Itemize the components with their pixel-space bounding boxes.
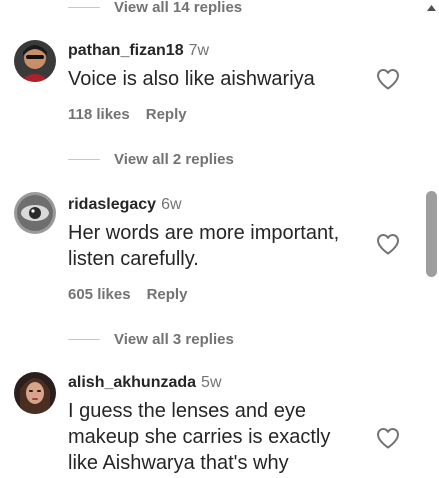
view-replies-button[interactable]: View all 2 replies: [68, 149, 234, 169]
comment-time: 6w: [161, 196, 182, 213]
triangle-up-icon: [427, 5, 436, 11]
view-replies-label: View all 3 replies: [114, 330, 234, 348]
comment-body: pathan_fizan18 7w Voice is also like ais…: [68, 42, 368, 123]
comment-body: ridaslegacy 6w Her words are more import…: [68, 196, 368, 303]
comment-meta: 605 likes Reply: [68, 286, 368, 303]
heart-outline-icon: [377, 234, 399, 255]
heart-outline-icon: [377, 69, 399, 90]
heart-icon[interactable]: [376, 233, 400, 255]
view-replies-label: View all 14 replies: [114, 0, 243, 16]
avatar[interactable]: [14, 372, 56, 414]
avatar-image: [14, 192, 56, 234]
comment-text-line: Her words are more important,: [68, 222, 340, 244]
likes-count[interactable]: 118 likes: [68, 106, 130, 123]
comment-header: alish_akhunzada 5w: [68, 374, 368, 396]
divider-line: [68, 6, 100, 8]
comment-meta: 118 likes Reply: [68, 106, 368, 123]
comment-text: Her words are more important, listen car…: [68, 220, 368, 272]
comment-text-line: makeup she carries is exactly: [68, 426, 331, 448]
reply-button[interactable]: Reply: [147, 286, 188, 303]
comment-text-line: listen carefully.: [68, 248, 199, 270]
comments-panel: View all 14 replies pathan_fizan18 7w Vo…: [0, 0, 439, 478]
comment-text-line: like Aishwarya that's why: [68, 452, 289, 474]
divider-line: [68, 158, 100, 160]
divider-line: [68, 338, 100, 340]
avatar-image: [14, 372, 56, 414]
scrollbar-thumb[interactable]: [426, 191, 437, 277]
comment-time: 7w: [188, 42, 210, 59]
heart-icon[interactable]: [376, 68, 400, 90]
likes-count[interactable]: 605 likes: [68, 286, 131, 303]
reply-button[interactable]: Reply: [146, 106, 187, 123]
comment-text: I guess the lenses and eye makeup she ca…: [68, 398, 368, 476]
comment-text-line: Voice is also like aishwariya: [68, 68, 315, 90]
comment-body: alish_akhunzada 5w I guess the lenses an…: [68, 374, 368, 476]
view-replies-label: View all 2 replies: [114, 150, 234, 168]
view-replies-button[interactable]: View all 14 replies: [68, 0, 242, 17]
view-replies-button[interactable]: View all 3 replies: [68, 329, 234, 349]
comment-header: ridaslegacy 6w: [68, 196, 368, 218]
comment-header: pathan_fizan18 7w: [68, 42, 368, 64]
comment-time: 5w: [201, 374, 222, 391]
avatar[interactable]: [14, 40, 56, 82]
username-link[interactable]: ridaslegacy: [68, 196, 156, 214]
scroll-up-button[interactable]: [424, 0, 439, 11]
comment-text-line: I guess the lenses and eye: [68, 400, 306, 422]
heart-outline-icon: [377, 428, 399, 449]
comment-text: Voice is also like aishwariya: [68, 66, 368, 92]
avatar-image: [14, 40, 56, 82]
username-link[interactable]: pathan_fizan18: [68, 42, 184, 60]
heart-icon[interactable]: [376, 427, 400, 449]
avatar[interactable]: [14, 192, 56, 234]
username-link[interactable]: alish_akhunzada: [68, 374, 196, 392]
